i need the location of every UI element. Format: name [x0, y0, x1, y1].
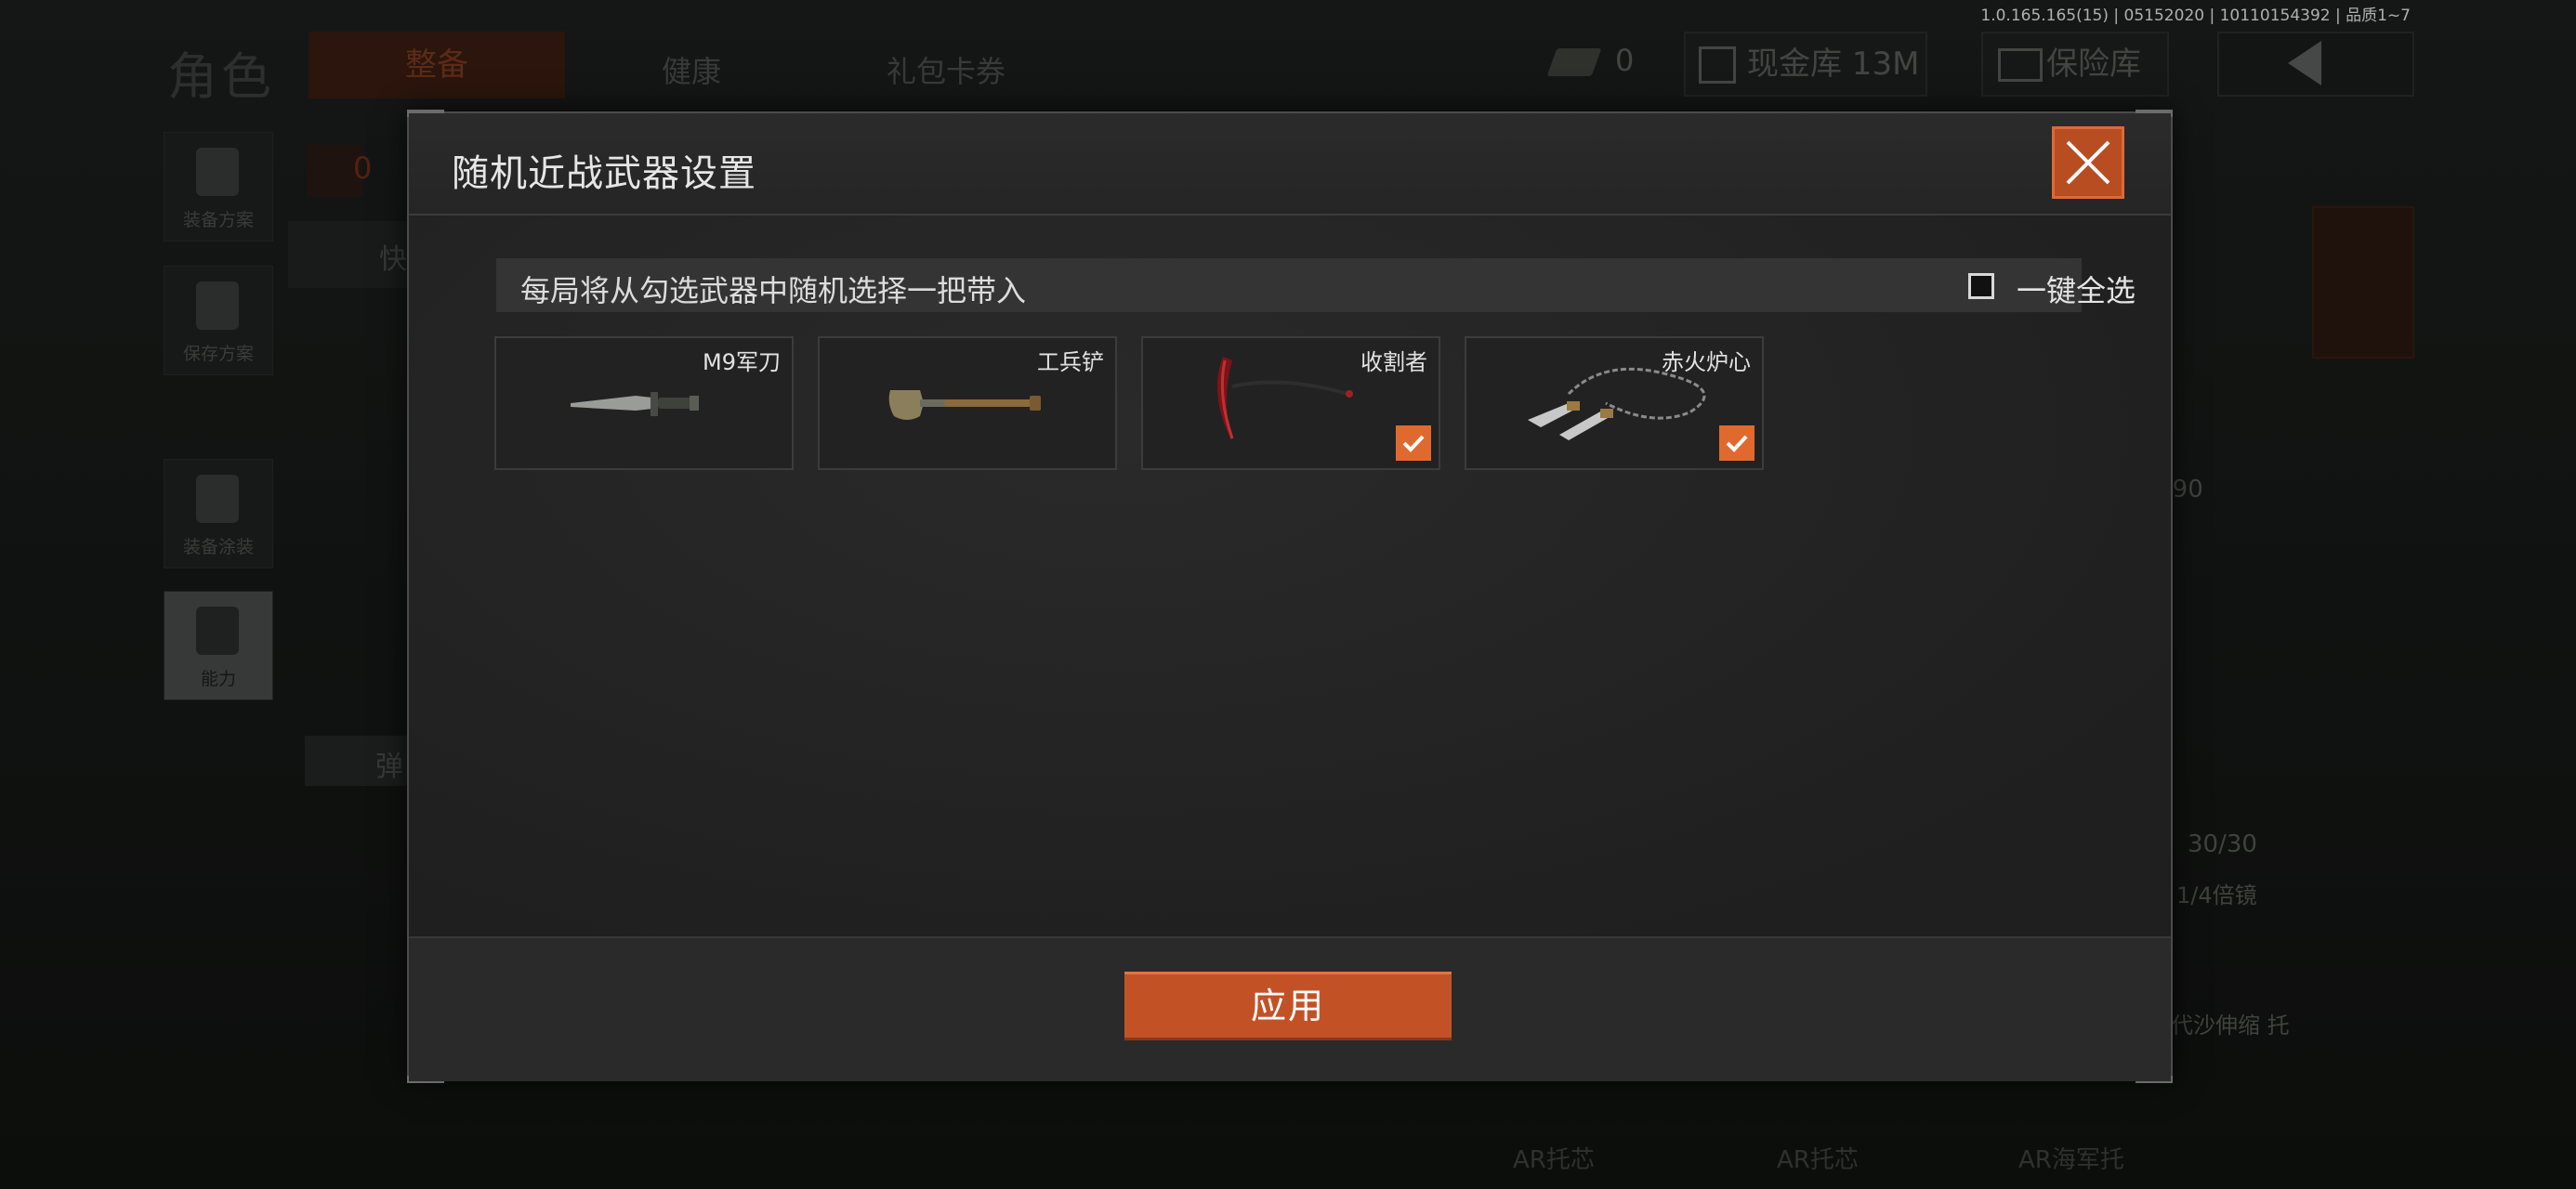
close-icon: [2066, 140, 2110, 185]
weapon-name: 收割者: [1360, 349, 1427, 375]
apply-button[interactable]: 应用: [1124, 972, 1452, 1040]
select-all-label: 一键全选: [2017, 273, 2136, 308]
dialog-footer: 应用: [409, 936, 2171, 1081]
weapon-name: 工兵铲: [1037, 349, 1104, 375]
weapon-checkbox-checked[interactable]: [1719, 425, 1755, 461]
dialog-body: 每局将从勾选武器中随机选择一把带入 一键全选 M9军刀 工兵铲 收割者 赤火炉心: [409, 216, 2171, 936]
info-text: 每局将从勾选武器中随机选择一把带入: [520, 273, 1027, 308]
weapon-name: 赤火炉心: [1662, 349, 1751, 375]
checkmark-icon: [1402, 435, 1425, 452]
weapon-checkbox-checked[interactable]: [1396, 425, 1431, 461]
info-bar: 每局将从勾选武器中随机选择一把带入 一键全选: [496, 258, 2136, 312]
dialog-header: 随机近战武器设置: [409, 113, 2171, 216]
checkmark-icon: [1726, 435, 1748, 452]
close-button[interactable]: [2052, 126, 2124, 199]
weapon-card-reaper[interactable]: 收割者: [1141, 336, 1440, 470]
weapon-card-shovel[interactable]: 工兵铲: [818, 336, 1117, 470]
dialog-title: 随机近战武器设置: [452, 152, 756, 195]
weapon-name: M9军刀: [703, 349, 781, 375]
weapon-card-m9[interactable]: M9军刀: [494, 336, 794, 470]
select-all-checkbox[interactable]: [1968, 273, 1994, 299]
melee-settings-dialog: 随机近战武器设置 每局将从勾选武器中随机选择一把带入 一键全选 M9军刀 工兵铲…: [407, 110, 2173, 1083]
weapon-card-red-fire-core[interactable]: 赤火炉心: [1465, 336, 1764, 470]
